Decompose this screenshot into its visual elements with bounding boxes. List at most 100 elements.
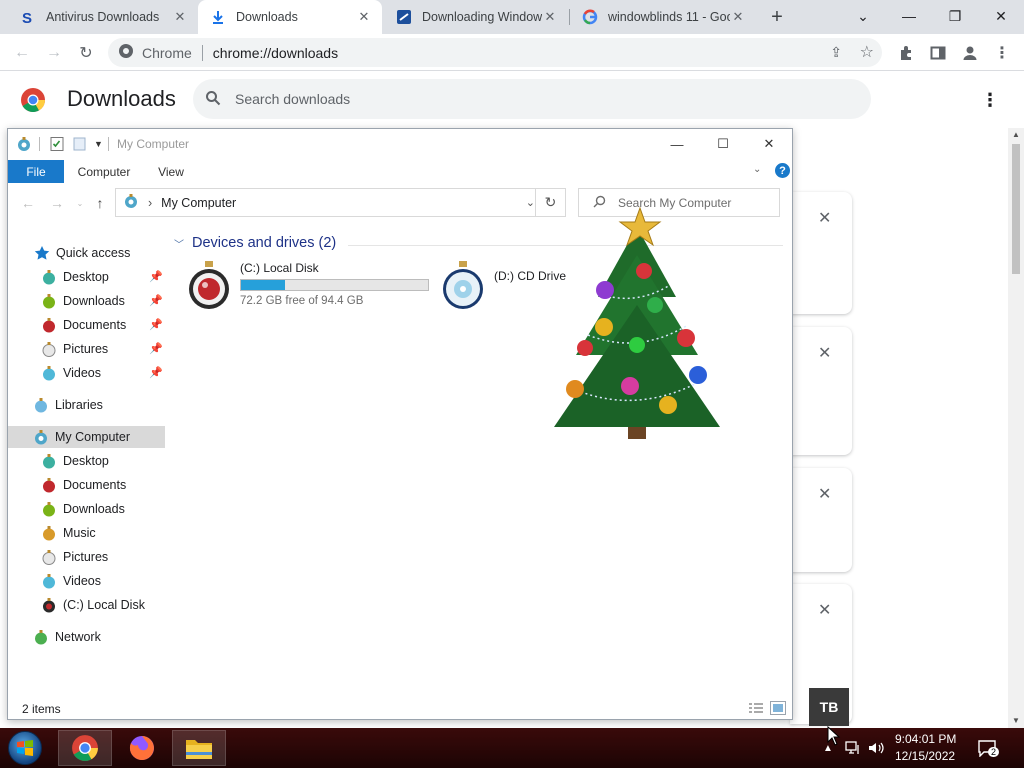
nav-computer-pictures[interactable]: Pictures xyxy=(8,546,165,568)
close-tab-icon[interactable]: ✕ xyxy=(542,9,558,25)
remove-download-icon[interactable]: ✕ xyxy=(818,484,831,504)
close-tab-icon[interactable]: ✕ xyxy=(356,9,372,25)
taskbar-chrome[interactable] xyxy=(58,730,112,766)
nav-label: Documents xyxy=(63,318,127,332)
nav-quick-downloads[interactable]: Downloads 📌 xyxy=(8,290,165,312)
minimize-icon[interactable]: — xyxy=(654,129,700,159)
pin-icon[interactable]: 📌 xyxy=(149,342,163,355)
reload-icon[interactable]: ↻ xyxy=(73,40,99,66)
pin-icon[interactable]: 📌 xyxy=(149,294,163,307)
close-window-icon[interactable]: ✕ xyxy=(978,0,1024,32)
new-folder-icon[interactable] xyxy=(72,136,88,152)
extensions-icon[interactable] xyxy=(893,40,919,66)
tab-view[interactable]: View xyxy=(146,160,196,183)
downloads-ornament-icon xyxy=(41,501,57,517)
remove-download-icon[interactable]: ✕ xyxy=(818,600,831,620)
maximize-icon[interactable]: ☐ xyxy=(700,129,746,159)
breadcrumb-location[interactable]: My Computer xyxy=(161,196,236,210)
nav-computer-music[interactable]: Music xyxy=(8,522,165,544)
nav-computer-downloads[interactable]: Downloads xyxy=(8,498,165,520)
nav-my-computer[interactable]: My Computer xyxy=(8,426,165,448)
restore-icon[interactable]: ❐ xyxy=(932,0,978,32)
nav-network[interactable]: Network xyxy=(8,626,165,648)
close-window-icon[interactable]: ✕ xyxy=(746,129,792,159)
taskbar-firefox[interactable] xyxy=(115,730,169,766)
nav-libraries[interactable]: Libraries xyxy=(8,394,165,416)
pin-icon[interactable]: 📌 xyxy=(149,366,163,379)
page-scrollbar[interactable]: ▲ ▼ xyxy=(1008,128,1024,728)
nav-computer-documents[interactable]: Documents xyxy=(8,474,165,496)
tab-computer[interactable]: Computer xyxy=(68,160,140,183)
network-icon[interactable] xyxy=(842,728,864,768)
search-downloads-input[interactable] xyxy=(235,91,795,107)
breadcrumb-chevron-icon[interactable]: › xyxy=(148,196,152,210)
downloads-search-box[interactable] xyxy=(193,79,871,119)
nav-quick-desktop[interactable]: Desktop 📌 xyxy=(8,266,165,288)
properties-icon[interactable] xyxy=(49,136,65,152)
system-clock[interactable]: 9:04:01 PM 12/15/2022 xyxy=(895,731,956,765)
close-tab-icon[interactable]: ✕ xyxy=(172,9,188,25)
scrollbar-thumb[interactable] xyxy=(1012,144,1020,274)
tab-search-icon[interactable]: ⌄ xyxy=(840,0,886,32)
nav-quick-access[interactable]: Quick access xyxy=(8,242,165,264)
expand-ribbon-icon[interactable]: ⌄ xyxy=(753,164,761,175)
nav-computer-local-disk[interactable]: (C:) Local Disk xyxy=(8,594,165,616)
scroll-down-arrow[interactable]: ▼ xyxy=(1008,714,1024,728)
pin-icon[interactable]: 📌 xyxy=(149,318,163,331)
remove-download-icon[interactable]: ✕ xyxy=(818,208,831,228)
videos-ornament-icon xyxy=(41,365,57,381)
nav-quick-documents[interactable]: Documents 📌 xyxy=(8,314,165,336)
chrome-menu-icon[interactable]: ⋮ xyxy=(989,40,1015,66)
tab-antivirus-downloads[interactable]: S Antivirus Downloads ✕ xyxy=(8,0,198,34)
more-actions-icon[interactable]: ⋮ xyxy=(978,88,1002,112)
music-ornament-icon xyxy=(41,525,57,541)
close-tab-icon[interactable]: ✕ xyxy=(730,9,746,25)
tab-downloads[interactable]: Downloads ✕ xyxy=(198,0,382,34)
tab-downloading-windowblinds[interactable]: Downloading Windowblinds ✕ xyxy=(384,0,568,34)
forward-icon[interactable]: → xyxy=(41,40,67,66)
nav-computer-videos[interactable]: Videos xyxy=(8,570,165,592)
recent-locations-icon[interactable]: ⌄ xyxy=(71,194,89,212)
side-panel-icon[interactable] xyxy=(925,40,951,66)
back-icon[interactable]: ← xyxy=(19,194,37,212)
collapse-chevron-icon[interactable]: ﹀ xyxy=(174,236,184,251)
qat-separator xyxy=(39,137,40,151)
volume-icon[interactable] xyxy=(866,728,888,768)
explorer-address-bar[interactable]: › My Computer ⌄ ↻ xyxy=(115,188,566,217)
url-text: chrome://downloads xyxy=(212,44,339,61)
tab-google-search[interactable]: windowblinds 11 - Google Search ✕ xyxy=(570,0,756,34)
new-tab-button[interactable]: + xyxy=(766,6,788,28)
nav-label: Desktop xyxy=(63,454,109,468)
profile-icon[interactable] xyxy=(957,40,983,66)
chrome-icon xyxy=(72,735,98,761)
capacity-bar-fill xyxy=(241,280,285,290)
nav-quick-pictures[interactable]: Pictures 📌 xyxy=(8,338,165,360)
start-button[interactable] xyxy=(8,731,42,765)
back-icon[interactable]: ← xyxy=(9,40,35,66)
large-icons-view-icon[interactable] xyxy=(770,701,786,715)
bookmark-star-icon[interactable]: ☆ xyxy=(860,42,874,62)
tab-file[interactable]: File xyxy=(8,160,64,183)
nav-label: Downloads xyxy=(63,294,125,308)
windowblinds-tb-button[interactable]: TB xyxy=(809,688,849,726)
help-icon[interactable]: ? xyxy=(775,163,790,178)
action-center-icon[interactable]: 2 xyxy=(972,728,1002,768)
nav-quick-videos[interactable]: Videos 📌 xyxy=(8,362,165,384)
details-view-icon[interactable] xyxy=(748,701,764,715)
minimize-icon[interactable]: — xyxy=(886,0,932,32)
forward-icon[interactable]: → xyxy=(48,194,66,212)
nav-label: Documents xyxy=(63,478,127,492)
nav-computer-desktop[interactable]: Desktop xyxy=(8,450,165,472)
remove-download-icon[interactable]: ✕ xyxy=(818,343,831,363)
pin-icon[interactable]: 📌 xyxy=(149,270,163,283)
tab-strip: S Antivirus Downloads ✕ Downloads ✕ Down… xyxy=(0,0,1024,34)
drive-c[interactable]: (C:) Local Disk 72.2 GB free of 94.4 GB xyxy=(188,261,429,314)
devices-group-header[interactable]: ﹀ Devices and drives (2) xyxy=(174,235,336,251)
address-bar[interactable]: Chrome chrome://downloads ⇪ ☆ xyxy=(108,38,882,67)
download-card: ✕ xyxy=(790,468,852,572)
share-icon[interactable]: ⇪ xyxy=(830,44,842,61)
taskbar-file-explorer[interactable] xyxy=(172,730,226,766)
scroll-up-arrow[interactable]: ▲ xyxy=(1008,128,1024,142)
up-icon[interactable]: ↑ xyxy=(91,194,109,212)
address-dropdown-icon[interactable]: ⌄ xyxy=(526,196,535,209)
